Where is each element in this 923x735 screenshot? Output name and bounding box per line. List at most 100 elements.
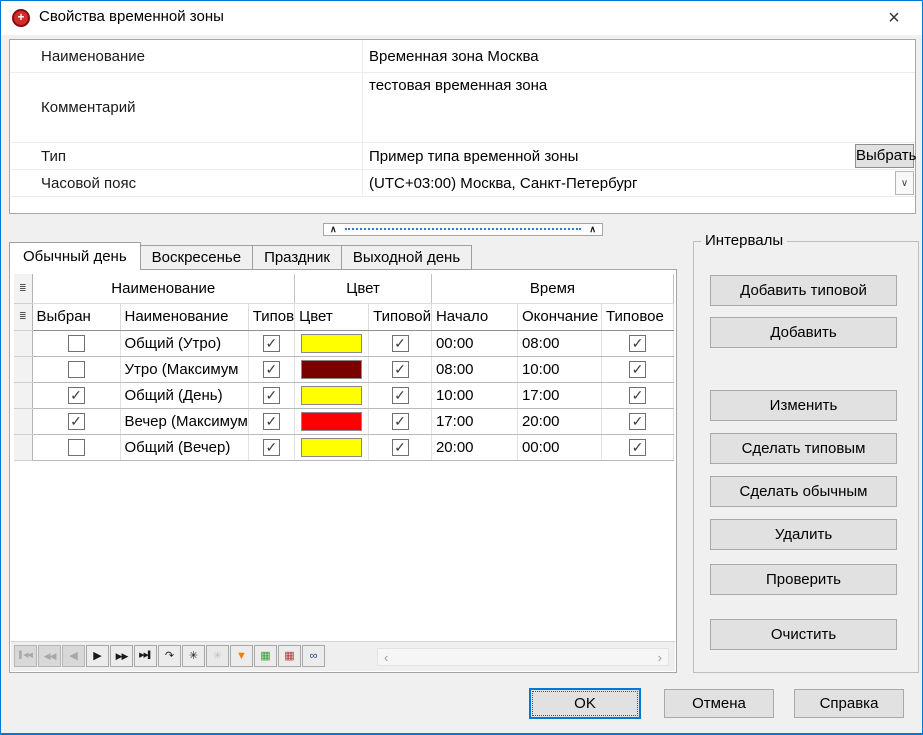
selected-checkbox[interactable] <box>68 335 85 352</box>
grid-row: Общий (Утро) ✓ ✓ 00:0008:00 ✓ <box>14 330 673 356</box>
column-header[interactable]: Наименование <box>120 303 248 330</box>
nav-insert-icon[interactable]: ✳ <box>182 645 205 667</box>
column-group-header[interactable]: Цвет <box>295 274 432 303</box>
color-swatch[interactable] <box>301 438 362 457</box>
make-regular-button[interactable]: Сделать обычным <box>710 476 897 507</box>
select-type-button[interactable]: Выбрать <box>855 144 914 168</box>
color-swatch[interactable] <box>301 386 362 405</box>
nav-add-record-icon[interactable]: ▦ <box>254 645 277 667</box>
color-swatch[interactable] <box>301 334 362 353</box>
chevron-down-icon: ∨ <box>901 178 908 189</box>
typical-checkbox[interactable]: ✓ <box>263 439 280 456</box>
type-label: Тип <box>10 143 362 169</box>
time-typical-checkbox[interactable]: ✓ <box>629 413 646 430</box>
cancel-button[interactable]: Отмена <box>664 689 774 718</box>
time-typical-checkbox[interactable]: ✓ <box>629 387 646 404</box>
time-typical-checkbox[interactable]: ✓ <box>629 335 646 352</box>
name-row: Наименование Временная зона Москва <box>10 40 915 73</box>
time-typical-checkbox[interactable]: ✓ <box>629 361 646 378</box>
interval-name-cell[interactable]: Общий (Вечер) <box>120 434 248 460</box>
check-button[interactable]: Проверить <box>710 564 897 595</box>
tab-sunday[interactable]: Воскресенье <box>140 245 253 270</box>
nav-prior-page-icon: ◀◀ <box>38 645 61 667</box>
row-indicator-icon: ≣ <box>14 274 32 303</box>
nav-layout-icon[interactable]: ▦ <box>278 645 301 667</box>
collapse-splitter[interactable]: ∧ ∧ <box>323 223 603 236</box>
edit-button[interactable]: Изменить <box>710 390 897 421</box>
chevron-up-icon: ∧ <box>330 225 337 234</box>
tab-holiday[interactable]: Праздник <box>252 245 342 270</box>
window-title: Свойства временной зоны <box>39 8 224 25</box>
column-header[interactable]: Окончание <box>517 303 601 330</box>
selected-checkbox[interactable]: ✓ <box>68 387 85 404</box>
column-header[interactable]: Типовой <box>369 303 432 330</box>
selected-checkbox[interactable] <box>68 361 85 378</box>
ok-button[interactable]: OK <box>529 688 641 719</box>
grid-row: Общий (Вечер) ✓ ✓ 20:0000:00 ✓ <box>14 434 673 460</box>
nav-refresh-icon[interactable]: ↷ <box>158 645 181 667</box>
delete-button[interactable]: Удалить <box>710 519 897 550</box>
nav-next-page-icon[interactable]: ▶▶ <box>110 645 133 667</box>
end-time-cell[interactable]: 00:00 <box>517 434 601 460</box>
grid-navigator: ‹ › ▌◀◀◀◀◀▶▶▶▶▶▌↷✳✳▼▦▦∞ <box>11 641 675 671</box>
column-group-header[interactable]: Наименование <box>32 274 295 303</box>
time-typical-checkbox[interactable]: ✓ <box>629 439 646 456</box>
selected-checkbox[interactable] <box>68 439 85 456</box>
tab-regular-day[interactable]: Обычный день <box>9 242 141 270</box>
column-header[interactable]: Цвет <box>295 303 369 330</box>
titlebar: + Свойства временной зоны × <box>1 1 922 35</box>
tab-day-off[interactable]: Выходной день <box>341 245 472 270</box>
end-time-cell[interactable]: 20:00 <box>517 408 601 434</box>
interval-name-cell[interactable]: Общий (День) <box>120 382 248 408</box>
column-header[interactable]: Типовое <box>601 303 673 330</box>
column-header[interactable]: Типов <box>248 303 294 330</box>
start-time-cell[interactable]: 17:00 <box>431 408 517 434</box>
comment-label: Комментарий <box>10 73 362 142</box>
color-swatch[interactable] <box>301 412 362 431</box>
make-typical-button[interactable]: Сделать типовым <box>710 433 897 464</box>
help-button[interactable]: Справка <box>794 689 904 718</box>
comment-value-field[interactable]: тестовая временная зона <box>362 73 915 142</box>
color-typical-checkbox[interactable]: ✓ <box>392 413 409 430</box>
typical-checkbox[interactable]: ✓ <box>263 387 280 404</box>
hscroll-left-arrow[interactable]: ‹ <box>384 650 388 665</box>
typical-checkbox[interactable]: ✓ <box>263 335 280 352</box>
color-typical-checkbox[interactable]: ✓ <box>392 361 409 378</box>
name-label: Наименование <box>10 40 362 72</box>
interval-name-cell[interactable]: Утро (Максимум <box>120 356 248 382</box>
end-time-cell[interactable]: 17:00 <box>517 382 601 408</box>
add-typical-button[interactable]: Добавить типовой <box>710 275 897 306</box>
start-time-cell[interactable]: 10:00 <box>431 382 517 408</box>
nav-filter-icon[interactable]: ▼ <box>230 645 253 667</box>
color-typical-checkbox[interactable]: ✓ <box>392 335 409 352</box>
type-value-field[interactable]: Пример типа временной зоны <box>362 143 915 169</box>
start-time-cell[interactable]: 08:00 <box>431 356 517 382</box>
column-header[interactable]: Начало <box>431 303 517 330</box>
timezone-dropdown-button[interactable]: ∨ <box>895 171 914 195</box>
start-time-cell[interactable]: 20:00 <box>431 434 517 460</box>
color-swatch[interactable] <box>301 360 362 379</box>
timezone-value-field[interactable]: (UTC+03:00) Москва, Санкт-Петербург <box>362 170 915 196</box>
end-time-cell[interactable]: 10:00 <box>517 356 601 382</box>
nav-find-icon[interactable]: ∞ <box>302 645 325 667</box>
timezone-label: Часовой пояс <box>10 170 362 196</box>
column-group-header[interactable]: Время <box>431 274 673 303</box>
typical-checkbox[interactable]: ✓ <box>263 361 280 378</box>
hscroll-right-arrow[interactable]: › <box>658 650 662 665</box>
typical-checkbox[interactable]: ✓ <box>263 413 280 430</box>
name-value-field[interactable]: Временная зона Москва <box>362 40 915 72</box>
end-time-cell[interactable]: 08:00 <box>517 330 601 356</box>
horizontal-scrollbar[interactable]: ‹ › <box>377 648 669 666</box>
add-button[interactable]: Добавить <box>710 317 897 348</box>
close-button[interactable]: × <box>879 4 909 32</box>
color-typical-checkbox[interactable]: ✓ <box>392 439 409 456</box>
nav-last-icon[interactable]: ▶▶▌ <box>134 645 157 667</box>
selected-checkbox[interactable]: ✓ <box>68 413 85 430</box>
nav-next-icon[interactable]: ▶ <box>86 645 109 667</box>
interval-name-cell[interactable]: Общий (Утро) <box>120 330 248 356</box>
column-header[interactable]: Выбран <box>32 303 120 330</box>
start-time-cell[interactable]: 00:00 <box>431 330 517 356</box>
clear-button[interactable]: Очистить <box>710 619 897 650</box>
interval-name-cell[interactable]: Вечер (Максимум <box>120 408 248 434</box>
color-typical-checkbox[interactable]: ✓ <box>392 387 409 404</box>
